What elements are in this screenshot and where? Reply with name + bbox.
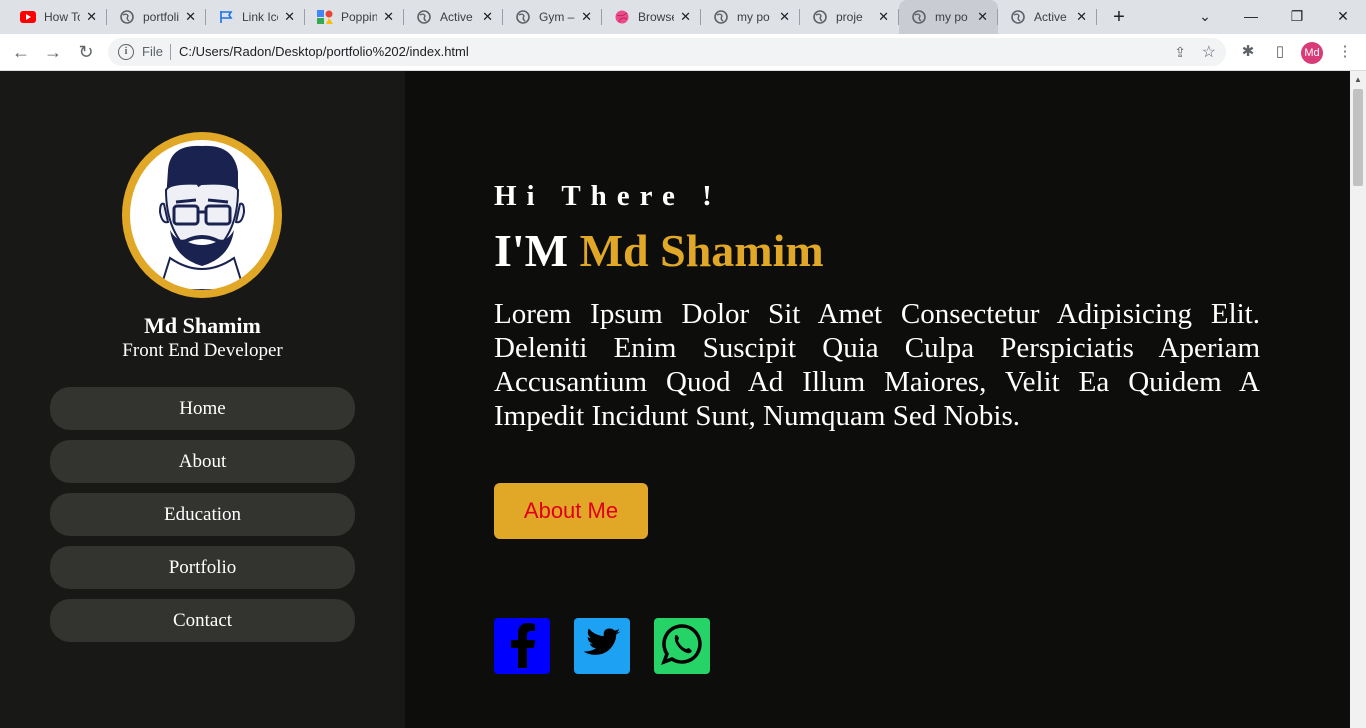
info-icon[interactable]: i — [118, 44, 134, 60]
tab-title: Active — [440, 10, 473, 24]
close-tab-icon[interactable]: ✕ — [86, 10, 97, 24]
address-bar[interactable]: i File C:/Users/Radon/Desktop/portfolio%… — [108, 38, 1226, 66]
close-tab-icon[interactable]: ✕ — [680, 10, 691, 24]
nav-item-contact[interactable]: Contact — [50, 599, 355, 642]
omnibox-divider — [170, 44, 171, 60]
address-toolbar: ← → ↻ i File C:/Users/Radon/Desktop/port… — [0, 34, 1366, 71]
tab-title: portfolio — [143, 10, 179, 24]
tab-title: Browse — [638, 10, 674, 24]
dribbble-icon — [614, 9, 630, 25]
hero-description: Lorem Ipsum Dolor Sit Amet Consectetur A… — [494, 298, 1260, 432]
browser-tab[interactable]: Link Icon ✕ — [206, 0, 305, 34]
tab-title: proje — [836, 10, 863, 24]
hero-title-prefix: I'M — [494, 225, 580, 276]
url-text[interactable]: C:/Users/Radon/Desktop/portfolio%202/ind… — [179, 44, 469, 59]
new-tab-icon[interactable]: + — [1108, 6, 1130, 28]
minimize-icon[interactable]: — — [1228, 0, 1274, 34]
scroll-up-arrow-icon[interactable]: ▲ — [1354, 75, 1362, 84]
tab-separator — [1096, 9, 1097, 25]
reload-icon[interactable]: ↻ — [76, 42, 96, 62]
browser-tab[interactable]: Poppins ✕ — [305, 0, 404, 34]
globe-icon — [1010, 9, 1026, 25]
tab-title: my po — [737, 10, 770, 24]
globe-icon — [911, 9, 927, 25]
back-arrow-icon[interactable]: ← — [11, 42, 31, 62]
close-tab-icon[interactable]: ✕ — [779, 10, 790, 24]
tab-title: my po — [935, 10, 968, 24]
browser-tab[interactable]: Browse ✕ — [602, 0, 701, 34]
avatar-illustration — [158, 145, 246, 290]
close-tab-icon[interactable]: ✕ — [284, 10, 295, 24]
share-icon[interactable]: ⇪ — [1174, 44, 1186, 61]
tab-title: How To Make — [44, 10, 80, 24]
close-tab-icon[interactable]: ✕ — [977, 10, 988, 24]
youtube-icon — [20, 9, 36, 25]
hero-name: Md Shamim — [579, 225, 824, 276]
avatar — [122, 132, 282, 298]
page-viewport: Md Shamim Front End Developer Home About… — [0, 71, 1350, 728]
profile-name: Md Shamim — [144, 313, 261, 338]
close-tab-icon[interactable]: ✕ — [878, 10, 889, 24]
globe-icon — [515, 9, 531, 25]
tab-title: Gym – — [539, 10, 575, 24]
browser-tab[interactable]: portfolio ✕ — [107, 0, 206, 34]
whatsapp-icon — [660, 622, 704, 671]
globe-icon — [119, 9, 135, 25]
browser-tab[interactable]: How To Make ✕ — [8, 0, 107, 34]
whatsapp-link[interactable] — [654, 618, 710, 674]
tab-title: Link Icon — [242, 10, 278, 24]
tab-title: Poppins — [341, 10, 377, 24]
globe-icon — [812, 9, 828, 25]
twitter-link[interactable] — [574, 618, 630, 674]
browser-tab[interactable]: Active ✕ — [404, 0, 503, 34]
browser-tab[interactable]: proje ✕ — [800, 0, 899, 34]
sidebar: Md Shamim Front End Developer Home About… — [0, 71, 405, 728]
facebook-link[interactable] — [494, 618, 550, 674]
scrollbar-thumb[interactable] — [1353, 89, 1363, 186]
google-fonts-icon — [317, 9, 333, 25]
avatar-image — [130, 140, 274, 290]
nav-item-portfolio[interactable]: Portfolio — [50, 546, 355, 589]
hero-title: I'M Md Shamim — [494, 224, 824, 277]
close-tab-icon[interactable]: ✕ — [185, 10, 196, 24]
close-tab-icon[interactable]: ✕ — [1076, 10, 1087, 24]
tab-search-icon[interactable]: ⌄ — [1182, 0, 1228, 34]
greeting: Hi There ! — [494, 180, 722, 212]
side-panel-icon[interactable]: ▯ — [1270, 42, 1290, 62]
close-tab-icon[interactable]: ✕ — [482, 10, 493, 24]
profile-avatar[interactable]: Md — [1301, 42, 1323, 64]
close-window-icon[interactable]: ✕ — [1320, 0, 1366, 34]
forward-arrow-icon[interactable]: → — [43, 42, 63, 62]
nav-item-education[interactable]: Education — [50, 493, 355, 536]
twitter-icon — [582, 627, 622, 666]
restore-icon[interactable]: ❐ — [1274, 0, 1320, 34]
tab-title: Active — [1034, 10, 1067, 24]
facebook-icon — [502, 620, 542, 673]
menu-kebab-icon[interactable]: ⋮ — [1335, 42, 1355, 62]
browser-tab[interactable]: Active ✕ — [998, 0, 1097, 34]
browser-tab[interactable]: my po ✕ — [701, 0, 800, 34]
extensions-icon[interactable]: ✱ — [1238, 42, 1258, 62]
profile-role: Front End Developer — [122, 340, 283, 361]
tab-strip: How To Make ✕ portfolio ✕ Link Icon ✕ Po… — [0, 0, 1366, 34]
close-tab-icon[interactable]: ✕ — [581, 10, 592, 24]
nav-item-about[interactable]: About — [50, 440, 355, 483]
browser-tab[interactable]: Gym – ✕ — [503, 0, 602, 34]
about-me-button[interactable]: About Me — [494, 483, 648, 539]
bookmark-star-icon[interactable]: ☆ — [1202, 42, 1216, 62]
scheme-label: File — [142, 44, 163, 59]
page-scrollbar[interactable]: ▲ — [1350, 71, 1366, 728]
nav-item-home[interactable]: Home — [50, 387, 355, 430]
flag-icon — [218, 9, 234, 25]
browser-tab-active[interactable]: my po ✕ — [899, 0, 998, 34]
close-tab-icon[interactable]: ✕ — [383, 10, 394, 24]
globe-icon — [713, 9, 729, 25]
globe-icon — [416, 9, 432, 25]
